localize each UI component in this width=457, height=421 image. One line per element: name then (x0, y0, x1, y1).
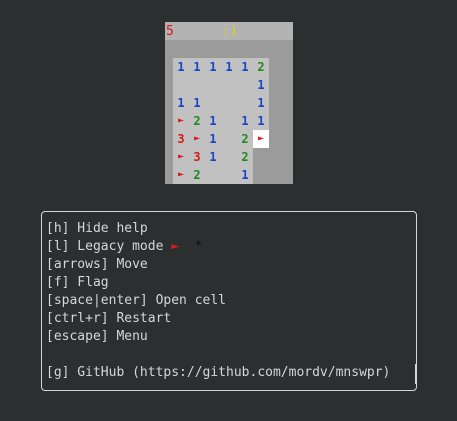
board-cell[interactable]: 1 (221, 58, 237, 76)
flag-cell[interactable]: ► (173, 148, 189, 166)
board-cell[interactable]: 3 (189, 148, 205, 166)
help-restart: [ctrl+r] Restart (46, 311, 172, 326)
flag-cell[interactable]: ► (173, 112, 189, 130)
smiley-face-button[interactable]: :) (222, 23, 238, 40)
board-cell[interactable] (221, 148, 237, 166)
board-cell[interactable]: 1 (253, 112, 269, 130)
minesweeper-board: 5 :) 1 1 1 1 1 2 1 1 1 1 ► 2 1 1 1 3 ► 1 2 ► ► 3 1 2 ► 2 1 (165, 22, 293, 184)
help-github-link[interactable]: [g] GitHub (https://github.com/mordv/mns… (46, 364, 390, 382)
board-cell[interactable] (205, 166, 221, 184)
board-cell[interactable] (205, 94, 221, 112)
board-cell[interactable]: 1 (237, 166, 253, 184)
help-flag: [f] Flag (46, 275, 109, 290)
flag-cell[interactable]: ► (173, 166, 189, 184)
board-cell[interactable]: 2 (253, 58, 269, 76)
board-cell[interactable]: 2 (237, 148, 253, 166)
flag-cell[interactable]: ► (189, 130, 205, 148)
board-cell[interactable]: 2 (189, 112, 205, 130)
board-cell[interactable]: 1 (205, 112, 221, 130)
help-menu: [escape] Menu (46, 329, 148, 344)
help-legacy-mode: [l] Legacy mode ► * (46, 238, 203, 256)
board-cell[interactable] (237, 94, 253, 112)
board-cell[interactable]: 2 (237, 130, 253, 148)
board-cell[interactable]: 1 (205, 58, 221, 76)
board-cell[interactable] (189, 76, 205, 94)
help-panel: [h] Hide help [l] Legacy mode ► * [arrow… (41, 211, 417, 391)
board-cell[interactable]: 3 (173, 130, 189, 148)
flag-cell[interactable]: ► (253, 130, 269, 148)
board-cell[interactable] (205, 76, 221, 94)
help-open: [space|enter] Open cell (46, 293, 227, 308)
board-cell[interactable]: 1 (205, 130, 221, 148)
board-cell[interactable] (221, 94, 237, 112)
status-bar: 5 :) (165, 22, 293, 40)
text-cursor (415, 364, 416, 384)
flag-icon: ► (171, 239, 180, 254)
board-cell[interactable] (237, 76, 253, 94)
board-cell[interactable] (173, 76, 189, 94)
help-move: [arrows] Move (46, 257, 148, 272)
board-cell[interactable] (221, 112, 237, 130)
board-cell[interactable]: 1 (205, 148, 221, 166)
board-cell[interactable] (221, 76, 237, 94)
help-legacy-label: [l] Legacy mode (46, 239, 164, 254)
board-cell[interactable]: 1 (189, 58, 205, 76)
board-cell[interactable]: 2 (189, 166, 205, 184)
mines-counter: 5 (166, 24, 174, 39)
board-cell[interactable]: 1 (189, 94, 205, 112)
board-cell[interactable]: 1 (253, 94, 269, 112)
minefield: 1 1 1 1 1 2 1 1 1 1 ► 2 1 1 1 3 ► 1 2 ► ► 3 1 2 ► 2 1 (165, 58, 293, 184)
mine-icon: * (194, 239, 203, 254)
board-cell[interactable] (221, 166, 237, 184)
help-hide: [h] Hide help (46, 221, 148, 236)
board-cell[interactable]: 1 (237, 112, 253, 130)
board-cell[interactable]: 1 (173, 94, 189, 112)
board-cell[interactable]: 1 (173, 58, 189, 76)
board-cell[interactable]: 1 (237, 58, 253, 76)
board-cell[interactable]: 1 (253, 76, 269, 94)
board-cell[interactable] (221, 130, 237, 148)
